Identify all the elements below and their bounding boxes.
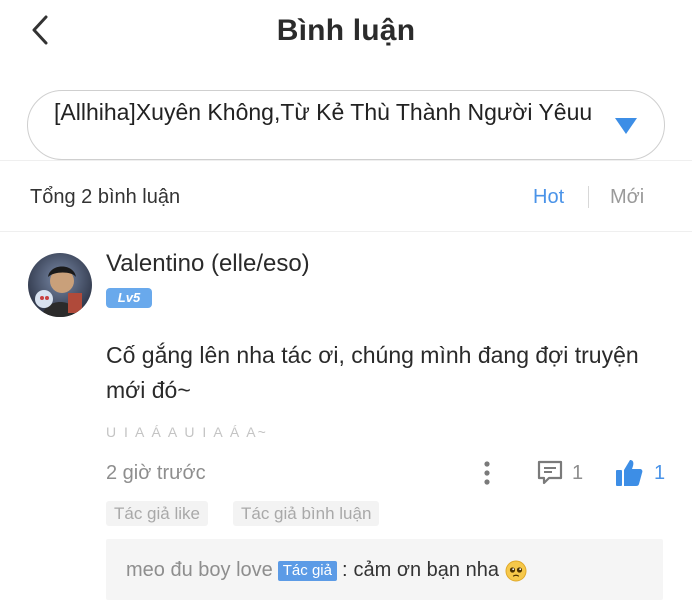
reply-button[interactable]: 1 bbox=[536, 458, 583, 488]
triangle-down-icon bbox=[615, 118, 637, 134]
divider bbox=[0, 160, 692, 161]
story-select-dropdown[interactable]: [Allhiha]Xuyên Không,Từ Kẻ Thù Thành Ngư… bbox=[27, 90, 665, 160]
reply-line: meo đu boy love Tác giả : cảm ơn bạn nha bbox=[126, 559, 527, 582]
header: Bình luận bbox=[0, 0, 692, 64]
divider bbox=[0, 231, 692, 232]
reply-text: cảm ơn bạn nha bbox=[353, 559, 499, 581]
comment-icon bbox=[537, 460, 563, 485]
story-select-value: [Allhiha]Xuyên Không,Từ Kẻ Thù Thành Ngư… bbox=[54, 99, 593, 125]
sort-new-tab[interactable]: Mới bbox=[610, 186, 644, 209]
reply-author[interactable]: meo đu boy love bbox=[126, 559, 273, 582]
reply-preview[interactable]: meo đu boy love Tác giả : cảm ơn bạn nha bbox=[106, 539, 663, 600]
comments-toolbar: Tổng 2 bình luận Hot Mới bbox=[0, 168, 692, 230]
author-commented-tag: Tác giả bình luận bbox=[233, 501, 380, 526]
avatar[interactable] bbox=[28, 253, 92, 317]
user-signature: U I A Á A U I A Á A~ bbox=[106, 424, 268, 440]
reply-separator: : bbox=[341, 559, 348, 581]
more-options-button[interactable] bbox=[478, 459, 496, 487]
like-button[interactable]: 1 bbox=[614, 457, 665, 489]
avatar-image bbox=[28, 253, 92, 317]
comment-timestamp: 2 giờ trước bbox=[106, 462, 206, 484]
total-comments-label: Tổng 2 bình luận bbox=[30, 186, 181, 208]
comment-username[interactable]: Valentino (elle/eso) bbox=[106, 250, 310, 278]
author-badge: Tác giả bbox=[277, 560, 337, 581]
sort-hot-tab[interactable]: Hot bbox=[533, 186, 564, 209]
thumbs-up-icon bbox=[616, 460, 643, 486]
comment-text: Cố gắng lên nha tác ơi, chúng mình đang … bbox=[106, 342, 639, 403]
pleading-face-emoji-icon bbox=[505, 560, 527, 581]
level-badge: Lv5 bbox=[106, 288, 152, 308]
like-count: 1 bbox=[654, 461, 666, 484]
sort-separator bbox=[588, 186, 589, 208]
author-liked-tag: Tác giả like bbox=[106, 501, 208, 526]
page-title: Bình luận bbox=[276, 14, 416, 47]
more-vertical-icon bbox=[484, 461, 490, 485]
reply-count: 1 bbox=[572, 461, 584, 484]
